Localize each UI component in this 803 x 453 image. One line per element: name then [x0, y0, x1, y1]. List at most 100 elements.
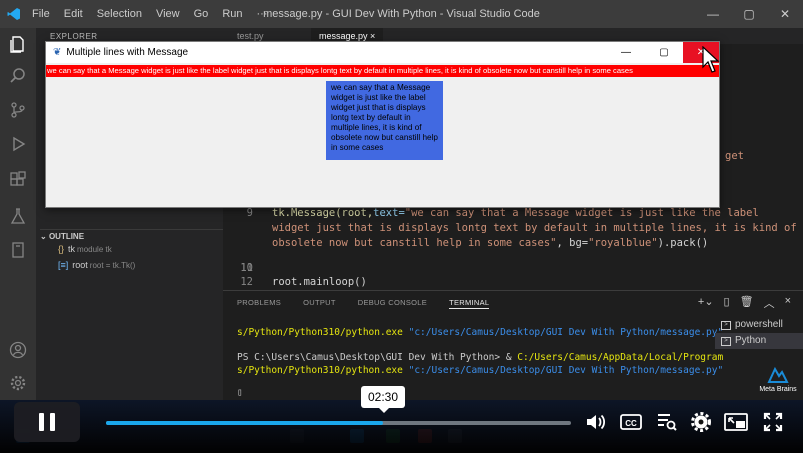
- tk-window: ❦ Multiple lines with Message — ▢ ✕ we c…: [45, 41, 720, 208]
- terminal-text: s/Python/Python310/python.exe: [237, 327, 403, 338]
- extensions-icon[interactable]: [6, 168, 30, 192]
- line-number: 11: [240, 262, 253, 274]
- fullscreen-icon: [763, 412, 783, 432]
- terminal-text: "c:/Users/Camus/Desktop/GUI Dev With Pyt…: [402, 327, 724, 338]
- trash-icon[interactable]: 🗑: [740, 295, 754, 311]
- code-token: ).pack(): [657, 237, 709, 249]
- tab-terminal[interactable]: TERMINAL: [449, 298, 490, 309]
- tab-label: message.py: [319, 31, 368, 41]
- meta-brains-watermark: Meta Brains: [756, 366, 800, 400]
- mouse-cursor-icon: [702, 46, 720, 73]
- terminal-line: s/Python/Python310/python.exe "c:/Users/…: [237, 327, 723, 338]
- tk-message-widget: we can say that a Message widget is just…: [326, 81, 443, 160]
- bottom-panel: PROBLEMS OUTPUT DEBUG CONSOLE TERMINAL +…: [223, 290, 803, 400]
- terminal-item-python[interactable]: > Python: [715, 333, 803, 349]
- code-line: tk.Message(root,text="we can say that a …: [272, 207, 759, 219]
- vscode-titlebar: File Edit Selection View Go Run ··· mess…: [0, 0, 803, 28]
- terminal-item-label: Python: [735, 335, 767, 346]
- pause-icon: [39, 413, 44, 431]
- settings-gear-icon: [691, 412, 711, 432]
- add-terminal-icon[interactable]: +⌄: [698, 295, 714, 311]
- tk-label-widget: we can say that a Message widget is just…: [46, 65, 719, 77]
- pause-button[interactable]: [14, 402, 80, 442]
- explorer-header: EXPLORER: [50, 32, 98, 41]
- time-tooltip: 02:30: [361, 386, 405, 413]
- terminal-cursor[interactable]: ▯: [237, 387, 243, 398]
- terminal-icon: >: [721, 320, 731, 330]
- pause-icon: [50, 413, 55, 431]
- settings-button[interactable]: [688, 409, 714, 435]
- captions-button[interactable]: CC: [618, 409, 644, 435]
- video-progress-fill: [106, 421, 383, 425]
- outline-item-detail: root = tk.Tk(): [89, 261, 136, 270]
- transcript-button[interactable]: [654, 409, 680, 435]
- menubar: File Edit Selection View Go Run ···: [32, 8, 268, 20]
- window-controls: — ▢ ✕: [695, 0, 803, 28]
- account-icon[interactable]: [6, 338, 30, 362]
- menu-selection[interactable]: Selection: [97, 8, 142, 20]
- tk-maximize-icon[interactable]: ▢: [645, 42, 683, 63]
- panel-controls: +⌄ ▯ 🗑 ︿ ×: [698, 295, 791, 311]
- terminal-line: PS C:\Users\Camus\Desktop\GUI Dev With P…: [237, 352, 723, 363]
- tab-output[interactable]: OUTPUT: [303, 298, 336, 309]
- outline-item-name: tk: [68, 244, 76, 254]
- fullscreen-button[interactable]: [760, 409, 786, 435]
- maximize-panel-icon[interactable]: ︿: [764, 295, 775, 311]
- picture-in-picture-icon: [724, 413, 748, 431]
- module-braces-icon: {}: [58, 244, 65, 254]
- tab-label: test.py: [237, 31, 264, 41]
- settings-gear-icon[interactable]: [6, 371, 30, 395]
- split-icon[interactable]: ▯: [724, 295, 730, 311]
- explorer-icon[interactable]: [6, 32, 30, 56]
- terminal-text: PS C:\Users\Camus\Desktop\GUI Dev With P…: [237, 352, 518, 363]
- maximize-icon[interactable]: ▢: [731, 0, 767, 28]
- tk-titlebar[interactable]: ❦ Multiple lines with Message — ▢ ✕: [46, 42, 719, 63]
- outline-item-tk[interactable]: {} tk module tk: [58, 244, 112, 254]
- tab-debug-console[interactable]: DEBUG CONSOLE: [358, 298, 427, 309]
- menu-more[interactable]: ···: [257, 8, 268, 20]
- code-token: tk.Message(root,: [272, 207, 374, 219]
- code-line: root.mainloop(): [272, 276, 367, 288]
- terminal-item-powershell[interactable]: > powershell: [715, 317, 803, 333]
- minimize-icon[interactable]: —: [695, 0, 731, 28]
- outline-item-detail: module tk: [77, 245, 112, 254]
- terminal-list: > powershell > Python: [715, 317, 803, 349]
- testing-flask-icon[interactable]: [6, 204, 30, 228]
- tk-minimize-icon[interactable]: —: [607, 42, 645, 63]
- tab-problems[interactable]: PROBLEMS: [237, 298, 281, 309]
- tk-feather-icon: ❦: [53, 47, 62, 58]
- code-fragment: get: [725, 150, 744, 162]
- menu-edit[interactable]: Edit: [64, 8, 83, 20]
- notebook-icon[interactable]: [6, 238, 30, 262]
- code-line: widget just that is displays lontg text …: [272, 222, 797, 234]
- close-panel-icon[interactable]: ×: [785, 295, 791, 311]
- watermark-text: Meta Brains: [759, 386, 797, 393]
- svg-text:CC: CC: [625, 419, 637, 428]
- transcript-icon: [658, 414, 677, 431]
- menu-view[interactable]: View: [156, 8, 180, 20]
- volume-button[interactable]: [583, 409, 609, 435]
- menu-go[interactable]: Go: [194, 8, 209, 20]
- menu-run[interactable]: Run: [222, 8, 242, 20]
- captions-icon: CC: [620, 414, 642, 430]
- source-control-icon[interactable]: [6, 98, 30, 122]
- terminal-text: C:/Users/Camus/AppData/Local/Program: [517, 352, 724, 363]
- close-icon[interactable]: ✕: [767, 0, 803, 28]
- code-token: "we can say that a Message widget is jus…: [404, 207, 759, 219]
- menu-file[interactable]: File: [32, 8, 50, 20]
- meta-brains-logo-icon: [767, 366, 789, 383]
- code-token: "royalblue": [588, 237, 658, 249]
- code-token: obsolete now but canstill help in some c…: [272, 237, 557, 249]
- vscode-logo-icon: [0, 0, 28, 28]
- terminal-text: "c:/Users/Camus/Desktop/GUI Dev With Pyt…: [402, 365, 724, 376]
- outline-item-root[interactable]: [≡] root root = tk.Tk(): [58, 260, 135, 270]
- terminal-line: s/Python/Python310/python.exe "c:/Users/…: [237, 365, 723, 376]
- search-icon[interactable]: [6, 64, 30, 88]
- outline-header[interactable]: ⌄ OUTLINE: [40, 229, 223, 241]
- run-debug-icon[interactable]: [6, 132, 30, 156]
- code-line: obsolete now but canstill help in some c…: [272, 237, 708, 249]
- picture-in-picture-button[interactable]: [723, 409, 749, 435]
- code-token: text=: [373, 207, 405, 219]
- terminal-item-label: powershell: [735, 319, 783, 330]
- close-tab-icon[interactable]: ×: [370, 31, 375, 41]
